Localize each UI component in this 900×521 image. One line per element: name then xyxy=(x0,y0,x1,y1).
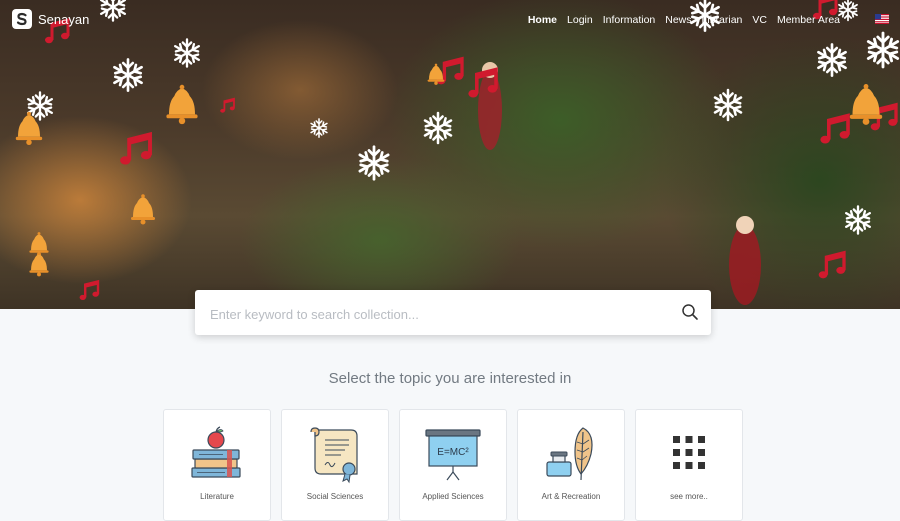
topic-applied-sciences[interactable]: E=MC² Applied Sciences xyxy=(399,409,507,521)
topic-social-sciences[interactable]: Social Sciences xyxy=(281,409,389,521)
nav-information[interactable]: Information xyxy=(603,14,656,26)
hero-banner: Senayan Home Login Information News Libr… xyxy=(0,0,900,309)
us-flag-icon[interactable] xyxy=(875,14,889,24)
ink-feather-icon xyxy=(546,427,593,481)
grid-dots-icon xyxy=(673,436,705,469)
topic-list: Literature Social Sciences E=MC² Applied… xyxy=(163,409,743,521)
books-apple-icon xyxy=(191,426,241,478)
topic-literature[interactable]: Literature xyxy=(163,409,271,521)
search-input[interactable] xyxy=(208,302,662,326)
nav-home[interactable]: Home xyxy=(528,14,557,26)
nav-vc[interactable]: VC xyxy=(752,14,767,26)
topic-see-more[interactable]: see more.. xyxy=(635,409,743,521)
nav-member-area[interactable]: Member Area xyxy=(777,14,840,26)
topic-label: Literature xyxy=(200,492,234,501)
brand-logo[interactable]: Senayan xyxy=(12,9,89,29)
board-formula: E=MC² xyxy=(437,447,469,458)
topic-label: Applied Sciences xyxy=(422,492,484,501)
topic-art-recreation[interactable]: Art & Recreation xyxy=(517,409,625,521)
nav-librarian[interactable]: Librarian xyxy=(702,14,743,26)
topics-heading: Select the topic you are interested in xyxy=(328,370,572,387)
nav-news[interactable]: News xyxy=(665,14,691,26)
main-menu: Home Login Information News Librarian VC… xyxy=(528,14,840,26)
nav-login[interactable]: Login xyxy=(567,14,593,26)
blackboard-emc2-icon: E=MC² xyxy=(425,429,481,481)
topic-label: Social Sciences xyxy=(306,492,364,501)
search-icon[interactable] xyxy=(681,303,699,321)
christmas-decorations xyxy=(15,0,900,305)
brand-name: Senayan xyxy=(38,11,90,27)
senayan-logo-icon xyxy=(12,9,32,29)
topic-label: Art & Recreation xyxy=(541,492,601,501)
topic-label: see more.. xyxy=(670,492,708,501)
search-box xyxy=(195,290,711,335)
diploma-scroll-icon xyxy=(310,427,358,484)
top-navbar: Senayan Home Login Information News Libr… xyxy=(0,0,900,40)
